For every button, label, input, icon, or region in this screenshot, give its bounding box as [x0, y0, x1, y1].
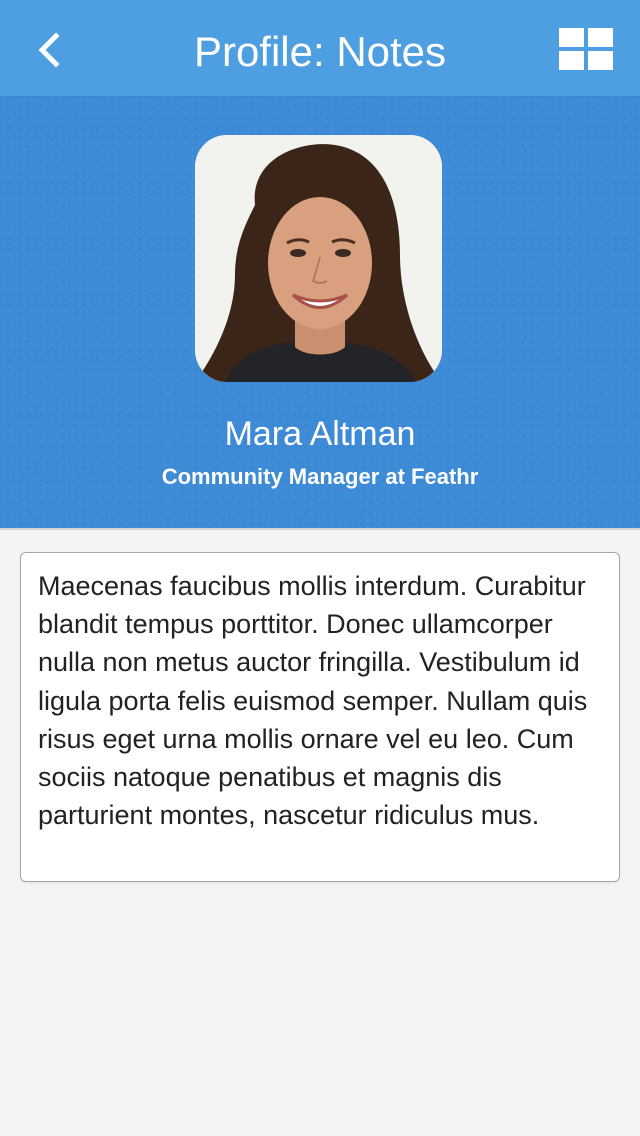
navigation-bar: Profile: Notes — [0, 0, 640, 97]
notes-text: Maecenas faucibus mollis interdum. Curab… — [38, 571, 588, 831]
divider — [0, 528, 640, 530]
profile-photo — [195, 135, 442, 382]
profile-role: Community Manager at Feathr — [161, 464, 479, 489]
profile-header: Mara Altman Community Manager at Feathr — [0, 97, 640, 528]
chevron-left-icon — [38, 32, 60, 68]
back-button[interactable] — [26, 24, 70, 76]
avatar — [195, 135, 442, 382]
grid-menu-button[interactable] — [556, 25, 616, 73]
notes-textarea[interactable]: Maecenas faucibus mollis interdum. Curab… — [20, 552, 620, 882]
page-title: Profile: Notes — [193, 28, 447, 75]
grid-icon — [559, 28, 613, 70]
profile-name: Mara Altman — [224, 415, 416, 453]
